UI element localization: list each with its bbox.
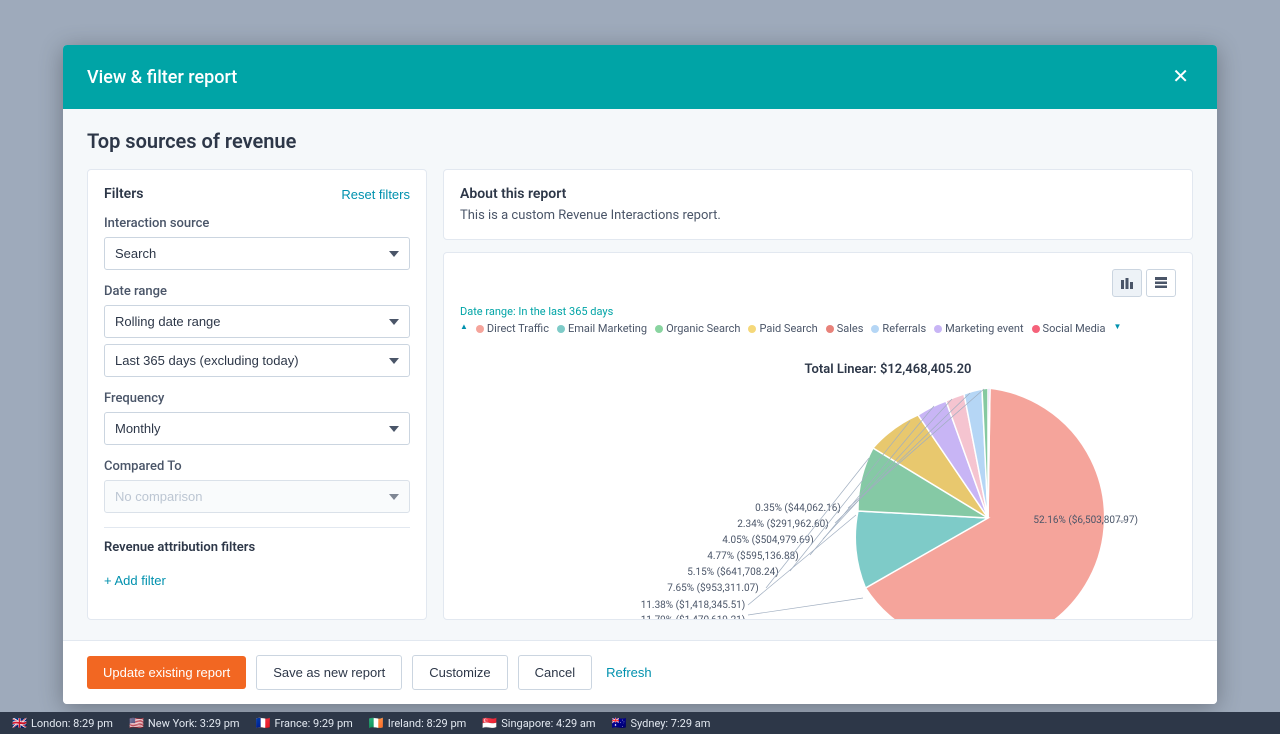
modal-body: Top sources of revenue Filters Reset fil…: [63, 109, 1217, 640]
revenue-attribution-label: Revenue attribution filters: [104, 527, 410, 555]
filters-label: Filters: [104, 186, 143, 202]
status-sydney-time: Sydney: 7:29 am: [631, 717, 711, 730]
chart-toolbar: [460, 269, 1176, 297]
status-bar: 🇬🇧 London: 8:29 pm 🇺🇸 New York: 3:29 pm …: [0, 712, 1280, 734]
legend-dot-referrals: [871, 325, 879, 333]
legend-label-marketing-event: Marketing event: [945, 322, 1023, 335]
date-range-label: Date range: [104, 284, 410, 299]
status-sydney: 🇦🇺 Sydney: 7:29 am: [612, 716, 711, 730]
modal: View & filter report ✕ Top sources of re…: [63, 45, 1217, 704]
chart-area: Total Linear: $12,468,405.20: [460, 343, 1176, 620]
date-range-group: Date range Rolling date range Last 365 d…: [104, 284, 410, 377]
legend-label-email-marketing: Email Marketing: [568, 322, 647, 335]
legend-dot-paid-search: [748, 325, 756, 333]
frequency-select[interactable]: Monthly: [104, 412, 410, 445]
chart-box: Date range: In the last 365 days ▲ Direc…: [443, 252, 1193, 620]
close-button[interactable]: ✕: [1168, 63, 1193, 91]
legend-dot-direct-traffic: [476, 325, 484, 333]
interaction-source-label: Interaction source: [104, 216, 410, 231]
flag-uk: 🇬🇧: [12, 716, 27, 730]
filters-header: Filters Reset filters: [104, 186, 410, 202]
legend-label-social-media: Social Media: [1043, 322, 1106, 335]
label-marketing: 4.05% ($504,979.69): [722, 533, 813, 546]
legend-item-direct-traffic: Direct Traffic: [476, 322, 549, 335]
modal-footer: Update existing report Save as new repor…: [63, 640, 1217, 704]
legend-label-paid-search: Paid Search: [759, 322, 817, 335]
about-box: About this report This is a custom Reven…: [443, 169, 1193, 240]
status-france: 🇫🇷 France: 9:29 pm: [256, 716, 353, 730]
status-singapore-time: Singapore: 4:29 am: [501, 717, 595, 730]
chart-legend: ▲ Direct Traffic Email Marketing Organic…: [460, 322, 1176, 335]
flag-sg: 🇸🇬: [482, 716, 497, 730]
interaction-source-select[interactable]: Search: [104, 237, 410, 270]
legend-item-email-marketing: Email Marketing: [557, 322, 647, 335]
about-title: About this report: [460, 186, 1176, 202]
content-area: Filters Reset filters Interaction source…: [87, 169, 1193, 620]
modal-header: View & filter report ✕: [63, 45, 1217, 109]
legend-dot-social-media: [1032, 325, 1040, 333]
status-ireland: 🇮🇪 Ireland: 8:29 pm: [369, 716, 467, 730]
add-filter-button[interactable]: + Add filter: [104, 569, 410, 592]
flag-au: 🇦🇺: [612, 716, 627, 730]
legend-item-sales: Sales: [826, 322, 864, 335]
legend-dot-organic-search: [655, 325, 663, 333]
legend-dot-marketing-event: [934, 325, 942, 333]
report-panel: About this report This is a custom Reven…: [443, 169, 1193, 620]
table-chart-button[interactable]: [1146, 269, 1176, 297]
chart-date-range: Date range: In the last 365 days: [460, 305, 1176, 318]
legend-nav-next[interactable]: ▼: [1113, 322, 1121, 335]
legend-label-referrals: Referrals: [882, 322, 926, 335]
flag-ie: 🇮🇪: [369, 716, 384, 730]
frequency-label: Frequency: [104, 391, 410, 406]
modal-title: View & filter report: [87, 67, 237, 88]
compared-to-group: Compared To No comparison: [104, 459, 410, 513]
label-email: 11.79% ($1,470,619.21): [641, 613, 746, 620]
date-range-value-select[interactable]: Last 365 days (excluding today): [104, 344, 410, 377]
reset-filters-button[interactable]: Reset filters: [341, 187, 410, 202]
status-london-time: London: 8:29 pm: [31, 717, 113, 730]
label-other: 0.35% ($44,062.16): [755, 501, 841, 514]
legend-item-social-media: Social Media: [1032, 322, 1106, 335]
legend-item-referrals: Referrals: [871, 322, 926, 335]
status-singapore: 🇸🇬 Singapore: 4:29 am: [482, 716, 595, 730]
label-paid: 7.65% ($953,311.07): [667, 581, 758, 594]
filters-panel: Filters Reset filters Interaction source…: [87, 169, 427, 620]
report-title: Top sources of revenue: [87, 129, 1193, 153]
label-direct-traffic: 52.16% ($6,503,807.97): [1033, 513, 1138, 526]
date-range-type-select[interactable]: Rolling date range: [104, 305, 410, 338]
bar-chart-button[interactable]: [1112, 269, 1142, 297]
legend-nav-prev[interactable]: ▲: [460, 322, 468, 335]
status-newyork: 🇺🇸 New York: 3:29 pm: [129, 716, 240, 730]
flag-fr: 🇫🇷: [256, 716, 271, 730]
legend-item-marketing-event: Marketing event: [934, 322, 1023, 335]
legend-item-organic-search: Organic Search: [655, 322, 740, 335]
flag-us: 🇺🇸: [129, 716, 144, 730]
customize-button[interactable]: Customize: [412, 655, 507, 690]
legend-label-direct-traffic: Direct Traffic: [487, 322, 549, 335]
status-france-time: France: 9:29 pm: [275, 717, 353, 730]
status-london: 🇬🇧 London: 8:29 pm: [12, 716, 113, 730]
frequency-group: Frequency Monthly: [104, 391, 410, 445]
update-report-button[interactable]: Update existing report: [87, 656, 246, 689]
legend-dot-email-marketing: [557, 325, 565, 333]
legend-dot-sales: [826, 325, 834, 333]
chart-total-label: Total Linear: $12,468,405.20: [805, 362, 972, 377]
cancel-button[interactable]: Cancel: [518, 655, 592, 690]
legend-label-organic-search: Organic Search: [666, 322, 740, 335]
refresh-button[interactable]: Refresh: [602, 656, 656, 689]
label-referrals: 4.77% ($595,136.88): [707, 549, 798, 562]
status-newyork-time: New York: 3:29 pm: [148, 717, 240, 730]
pie-chart: Total Linear: $12,468,405.20: [498, 343, 1138, 620]
about-text: This is a custom Revenue Interactions re…: [460, 208, 1176, 223]
legend-item-paid-search: Paid Search: [748, 322, 817, 335]
label-sales: 5.15% ($641,708.24): [687, 565, 778, 578]
interaction-source-group: Interaction source Search: [104, 216, 410, 270]
compared-to-select: No comparison: [104, 480, 410, 513]
compared-to-label: Compared To: [104, 459, 410, 474]
status-ireland-time: Ireland: 8:29 pm: [388, 717, 467, 730]
save-new-report-button[interactable]: Save as new report: [256, 655, 402, 690]
legend-label-sales: Sales: [837, 322, 864, 335]
label-organic: 11.38% ($1,418,345.51): [641, 598, 746, 611]
label-social: 2.34% ($291,962.60): [737, 517, 828, 530]
